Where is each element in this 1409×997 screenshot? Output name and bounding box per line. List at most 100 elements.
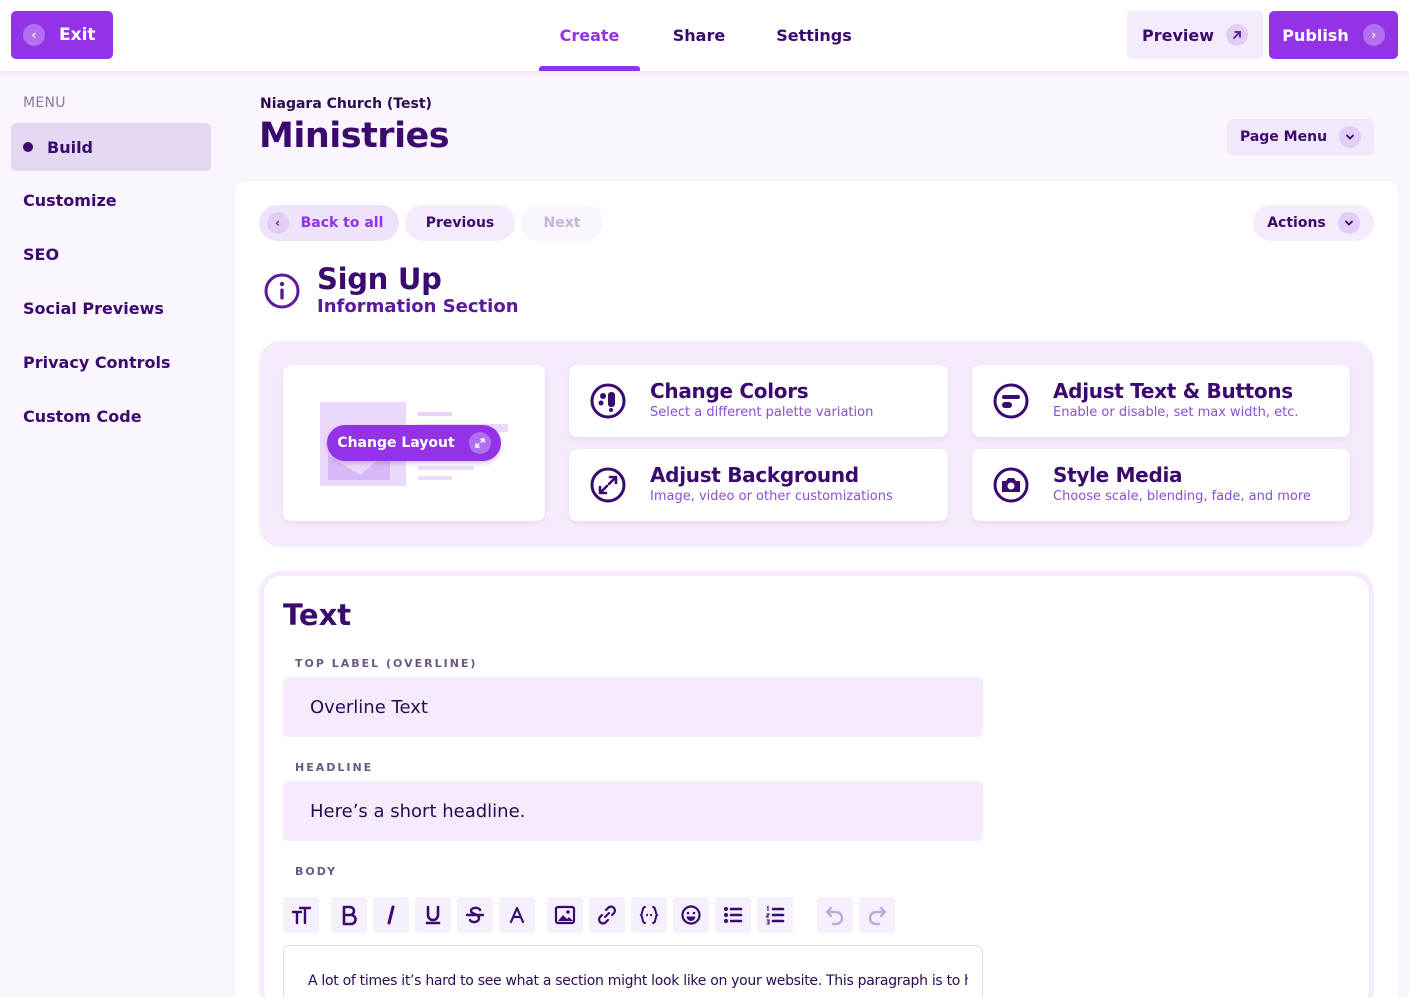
info-icon — [264, 273, 300, 309]
chevron-down-icon — [1337, 212, 1360, 234]
expand-icon — [590, 467, 626, 503]
undo-icon — [825, 906, 844, 926]
overline-label: TOP LABEL (OVERLINE) — [295, 657, 478, 670]
adjust-background-desc: Image, video or other customizations — [650, 489, 893, 504]
section-title: Sign Up — [317, 262, 442, 296]
adjust-background-title: Adjust Background — [650, 463, 859, 487]
bold-button[interactable] — [331, 897, 367, 933]
sidebar-item-label: Privacy Controls — [23, 352, 171, 372]
bullet-list-button[interactable] — [715, 897, 751, 933]
change-colors-desc: Select a different palette variation — [650, 405, 874, 420]
bold-icon — [342, 905, 357, 926]
back-label: Back to all — [300, 215, 384, 231]
publish-button[interactable]: Publish › — [1269, 11, 1398, 59]
previous-button[interactable]: Previous — [405, 205, 515, 241]
variable-icon — [639, 906, 659, 924]
change-layout-button[interactable]: Change Layout — [327, 425, 501, 461]
adjust-background-card[interactable]: Adjust Background Image, video or other … — [569, 449, 948, 521]
headline-input[interactable] — [283, 781, 983, 841]
redo-icon — [868, 906, 887, 926]
actions-label: Actions — [1267, 215, 1326, 231]
publish-label: Publish — [1282, 25, 1349, 45]
italic-icon — [387, 905, 395, 925]
italic-button[interactable] — [373, 897, 409, 933]
undo-button[interactable] — [817, 897, 853, 933]
link-button[interactable] — [589, 897, 625, 933]
style-media-card[interactable]: Style Media Choose scale, blending, fade… — [972, 449, 1350, 521]
page-menu-label: Page Menu — [1239, 129, 1328, 145]
expand-arrows-icon — [468, 432, 491, 454]
sidebar-item-build[interactable]: Build — [11, 123, 211, 171]
sidebar-item-label: Build — [47, 137, 94, 157]
sidebar-item-label: Customize — [23, 190, 117, 210]
font-color-icon — [509, 906, 525, 924]
preview-button[interactable]: Preview — [1127, 11, 1263, 59]
adjust-text-buttons-desc: Enable or disable, set max width, etc. — [1053, 405, 1299, 420]
tab-settings-label: Settings — [776, 26, 852, 45]
next-label: Next — [543, 215, 581, 231]
tab-share-label: Share — [672, 26, 726, 45]
next-button[interactable]: Next — [521, 205, 603, 241]
adjust-text-buttons-title: Adjust Text & Buttons — [1053, 379, 1293, 403]
chevron-down-icon — [1339, 126, 1362, 148]
body-editor[interactable]: A lot of times it’s hard to see what a s… — [283, 945, 983, 997]
actions-button[interactable]: Actions — [1253, 205, 1374, 241]
font-color-button[interactable] — [499, 897, 535, 933]
numbered-list-icon — [765, 905, 785, 925]
tab-create-label: Create — [559, 26, 620, 45]
strikethrough-button[interactable] — [457, 897, 493, 933]
text-button-icon — [993, 383, 1029, 419]
style-media-title: Style Media — [1053, 463, 1183, 487]
link-icon — [598, 905, 616, 925]
emoji-icon — [681, 905, 701, 925]
sidebar-item-seo[interactable]: SEO — [11, 230, 211, 278]
sidebar-item-privacy-controls[interactable]: Privacy Controls — [11, 338, 211, 386]
tab-share[interactable]: Share — [660, 0, 738, 71]
section-subtitle: Information Section — [317, 296, 519, 317]
text-heading: Text — [283, 598, 352, 632]
sidebar-heading: MENU — [23, 95, 66, 111]
underline-icon — [425, 905, 441, 925]
exit-button[interactable]: ‹ Exit — [11, 11, 113, 59]
style-media-desc: Choose scale, blending, fade, and more — [1053, 489, 1311, 504]
body-text: A lot of times it’s hard to see what a s… — [308, 973, 968, 989]
camera-icon — [993, 467, 1029, 503]
text-size-icon — [291, 906, 312, 925]
change-colors-card[interactable]: Change Colors Select a different palette… — [569, 365, 948, 437]
adjust-text-buttons-card[interactable]: Adjust Text & Buttons Enable or disable,… — [972, 365, 1350, 437]
chevron-right-icon: › — [1362, 24, 1385, 46]
text-size-button[interactable] — [283, 897, 319, 933]
headline-label: HEADLINE — [295, 761, 374, 774]
sidebar-item-custom-code[interactable]: Custom Code — [11, 392, 211, 440]
redo-button[interactable] — [859, 897, 895, 933]
page-title: Ministries — [259, 116, 450, 156]
sidebar-item-social-previews[interactable]: Social Previews — [11, 284, 211, 332]
numbered-list-button[interactable] — [757, 897, 793, 933]
exit-label: Exit — [59, 25, 96, 45]
image-button[interactable] — [547, 897, 583, 933]
underline-button[interactable] — [415, 897, 451, 933]
emoji-button[interactable] — [673, 897, 709, 933]
page-menu-button[interactable]: Page Menu — [1227, 119, 1374, 155]
previous-label: Previous — [425, 215, 495, 231]
tab-settings[interactable]: Settings — [768, 0, 860, 71]
external-arrow-icon — [1226, 24, 1248, 46]
sidebar-item-label: Custom Code — [23, 406, 142, 426]
strikethrough-icon — [465, 906, 485, 924]
active-dot-icon — [23, 142, 33, 152]
variable-button[interactable] — [631, 897, 667, 933]
org-name: Niagara Church (Test) — [260, 96, 432, 112]
sidebar-item-customize[interactable]: Customize — [11, 176, 211, 224]
overline-input[interactable] — [283, 677, 983, 737]
back-to-all-button[interactable]: ‹ Back to all — [259, 205, 399, 241]
preview-label: Preview — [1141, 25, 1214, 45]
sidebar-item-label: SEO — [23, 244, 60, 264]
image-icon — [554, 905, 576, 925]
palette-icon — [590, 383, 626, 419]
sidebar-item-label: Social Previews — [23, 298, 164, 318]
tab-create[interactable]: Create — [539, 0, 640, 71]
chevron-left-icon: ‹ — [266, 212, 289, 234]
change-layout-label: Change Layout — [337, 435, 455, 451]
body-label: BODY — [295, 865, 338, 878]
change-colors-title: Change Colors — [650, 379, 809, 403]
